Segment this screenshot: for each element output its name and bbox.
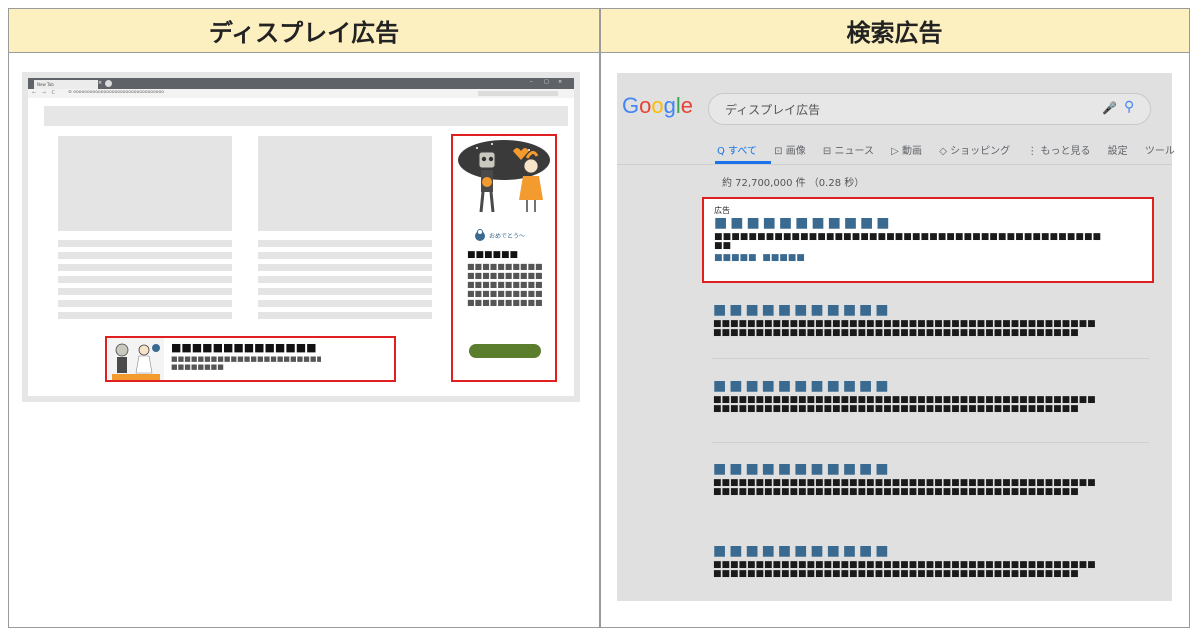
- mock-search-results: Google ディスプレイ広告 🎤 ⚲ Q すべて ⊡ 画像 ⊟ ニュース ▷ …: [617, 73, 1175, 601]
- ad-body: ■■■■■■■■■■■■■■■■■■■■■■■■■■■■■■■■■■■■■■■■…: [467, 262, 543, 308]
- page-header-bar: [44, 106, 568, 126]
- text-line-placeholder: [58, 300, 232, 307]
- text-line-placeholder: [58, 252, 232, 259]
- maximize-icon[interactable]: □: [544, 79, 549, 85]
- result-divider: [712, 442, 1149, 443]
- search-box[interactable]: ディスプレイ広告 🎤 ⚲: [708, 93, 1151, 125]
- ad-description: ■■: [714, 241, 732, 251]
- tab-images[interactable]: ⊡ 画像: [774, 146, 806, 157]
- logo-letter: o: [651, 93, 664, 118]
- content-image-placeholder: [58, 136, 232, 231]
- banner-body-line: ■■■■■■■■: [171, 363, 224, 371]
- text-line-placeholder: [258, 312, 432, 319]
- ad-sitelinks[interactable]: ■■■■■ ■■■■■: [714, 253, 834, 263]
- search-tabs: Q すべて ⊡ 画像 ⊟ ニュース ▷ 動画 ◇ ショッピング ⋮ もっと見る …: [717, 142, 1189, 162]
- text-line-placeholder: [258, 288, 432, 295]
- search-input[interactable]: ディスプレイ広告: [725, 101, 820, 118]
- mascot-icon: [475, 229, 485, 241]
- tab-videos[interactable]: ▷ 動画: [891, 146, 922, 157]
- tab-settings[interactable]: 設定: [1108, 146, 1128, 157]
- organic-result-snippet: ■■■■■■■■■■■■■■■■■■■■■■■■■■■■■■■■■■■■■■■■…: [713, 487, 1079, 497]
- organic-result-snippet: ■■■■■■■■■■■■■■■■■■■■■■■■■■■■■■■■■■■■■■■■…: [713, 569, 1079, 579]
- address-bar[interactable]: ← → C ⊘ oooooooooooooooooooooooooooooooo…: [28, 89, 574, 98]
- tab-all[interactable]: Q すべて: [717, 146, 757, 157]
- divider: [617, 164, 1172, 165]
- ad-description: ■■■■■■■■■■■■■■■■■■■■■■■■■■■■■■■■■■■■■■■■…: [714, 232, 1102, 242]
- text-line-placeholder: [58, 264, 232, 271]
- search-icon[interactable]: ⚲: [1124, 99, 1134, 115]
- logo-letter: o: [639, 93, 652, 118]
- content-image-placeholder: [258, 136, 432, 231]
- result-divider: [712, 358, 1149, 359]
- ad-title: ■■■■■■: [467, 250, 519, 260]
- logo-letter: G: [622, 93, 640, 118]
- banner-body-line: ■■■■■■■■■■■■■■■■■■■■■■■■■: [171, 355, 321, 363]
- text-line-placeholder: [258, 276, 432, 283]
- ad-title-link[interactable]: ■■■■■■■■■■■: [714, 215, 926, 231]
- banner-display-ad[interactable]: ■■■■■■■■■■■■■■ ■■■■■■■■■■■■■■■■■■■■■■■■■…: [105, 336, 396, 382]
- ad-cta-button[interactable]: [469, 344, 541, 358]
- tab-more[interactable]: ⋮ もっと見る: [1027, 146, 1090, 157]
- tab-shopping[interactable]: ◇ ショッピング: [939, 146, 1010, 157]
- text-line-placeholder: [258, 264, 432, 271]
- text-line-placeholder: [258, 252, 432, 259]
- banner-title: ■■■■■■■■■■■■■■: [171, 341, 317, 354]
- sidebar-display-ad[interactable]: おめでとう〜 ■■■■■■ ■■■■■■■■■■■■■■■■■■■■■■■■■■…: [451, 134, 557, 382]
- organic-result-title[interactable]: ■■■■■■■■■■■: [713, 378, 925, 394]
- ad-caption: おめでとう〜: [489, 233, 526, 240]
- header-display-ad: ディスプレイ広告: [9, 9, 600, 53]
- nav-buttons[interactable]: ← → C: [32, 90, 57, 96]
- organic-result-title[interactable]: ■■■■■■■■■■■: [713, 302, 925, 318]
- url-field[interactable]: ⊘ ooooooooooooooooooooooooooooooooo: [68, 90, 164, 95]
- organic-result-snippet: ■■■■■■■■■■■■■■■■■■■■■■■■■■■■■■■■■■■■■■■■…: [713, 328, 1079, 338]
- text-line-placeholder: [258, 300, 432, 307]
- minimize-icon[interactable]: –: [530, 79, 533, 85]
- tab-tools[interactable]: ツール: [1145, 146, 1175, 157]
- google-logo[interactable]: Google: [622, 93, 693, 119]
- column-divider: [599, 9, 601, 627]
- microphone-icon[interactable]: 🎤: [1102, 101, 1117, 115]
- result-stats: 約 72,700,000 件 （0.28 秒）: [722, 178, 865, 189]
- browser-tab[interactable]: New Tab: [34, 80, 98, 89]
- text-line-placeholder: [58, 240, 232, 247]
- text-line-placeholder: [258, 240, 432, 247]
- header-search-ad: 検索広告: [600, 9, 1189, 53]
- organic-result-title[interactable]: ■■■■■■■■■■■: [713, 461, 925, 477]
- extensions-area: [478, 91, 558, 96]
- text-line-placeholder: [58, 288, 232, 295]
- tab-news[interactable]: ⊟ ニュース: [823, 146, 874, 157]
- logo-letter: g: [663, 93, 676, 118]
- banner-illustration: [108, 338, 164, 380]
- organic-result-snippet: ■■■■■■■■■■■■■■■■■■■■■■■■■■■■■■■■■■■■■■■■…: [713, 404, 1079, 414]
- search-ad-result[interactable]: 広告 ■■■■■■■■■■■ ■■■■■■■■■■■■■■■■■■■■■■■■■…: [702, 197, 1154, 283]
- logo-letter: e: [680, 93, 694, 118]
- window-close-icon[interactable]: ×: [558, 79, 562, 85]
- organic-result-title[interactable]: ■■■■■■■■■■■: [713, 543, 925, 559]
- text-line-placeholder: [58, 312, 232, 319]
- wedding-illustration: [458, 140, 550, 213]
- browser-tab-bar: New Tab × – □ ×: [28, 78, 574, 89]
- text-line-placeholder: [58, 276, 232, 283]
- tab-close-icon[interactable]: ×: [98, 80, 102, 86]
- new-tab-icon[interactable]: [105, 80, 112, 87]
